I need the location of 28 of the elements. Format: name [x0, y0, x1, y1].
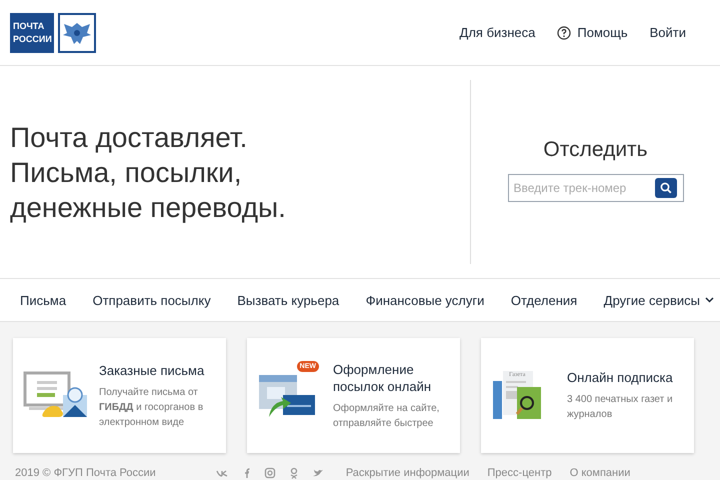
hero-headline: Почта доставляет. Письма, посылки, денежные переводы. — [10, 120, 286, 224]
card-title: Оформление посылок онлайн — [333, 360, 432, 394]
nav-item[interactable]: Вызвать курьера — [237, 292, 340, 308]
nav-item[interactable]: Письма — [20, 292, 66, 308]
card-description: 3 400 печатных газет и журналов — [567, 393, 674, 422]
card-title: Заказные письма — [99, 362, 206, 378]
tracking-title: Отследить — [543, 138, 648, 162]
copyright-text: 2019 © ФГУП Почта России — [15, 467, 156, 479]
logo-wordmark[interactable]: ПОЧТА РОССИИ — [10, 12, 54, 52]
chevron-down-icon — [705, 297, 714, 303]
search-icon — [660, 182, 672, 194]
header-link[interactable]: Для бизнеса — [460, 25, 536, 40]
tracking-input-field[interactable]: Введите трек-номер — [508, 174, 684, 202]
card-description: Получайте письма от ГИБДД и госорганов в электронном виде — [99, 386, 204, 430]
service-card[interactable]: Заказные письма Получайте письма от ГИБДД и госорганов в электронном виде — [13, 338, 226, 453]
help-icon — [557, 26, 572, 40]
card-title: Онлайн подписка — [567, 369, 674, 386]
instagram-icon[interactable] — [264, 467, 276, 479]
bird-icon[interactable] — [312, 467, 324, 479]
header-link[interactable]: Войти — [650, 25, 686, 40]
nav-item[interactable]: Другие сервисы — [604, 292, 714, 308]
nav-item[interactable]: Отправить посылку — [92, 292, 211, 308]
eagle-emblem-icon — [58, 12, 96, 52]
nav-item[interactable]: Финансовые услуги — [366, 292, 484, 308]
nav-item[interactable]: Отделения — [510, 292, 578, 308]
card-description: Оформляйте на сайте, отправляйте быстрее — [333, 402, 440, 430]
search-button[interactable] — [654, 178, 676, 198]
header-link[interactable]: Помощь — [557, 25, 628, 40]
